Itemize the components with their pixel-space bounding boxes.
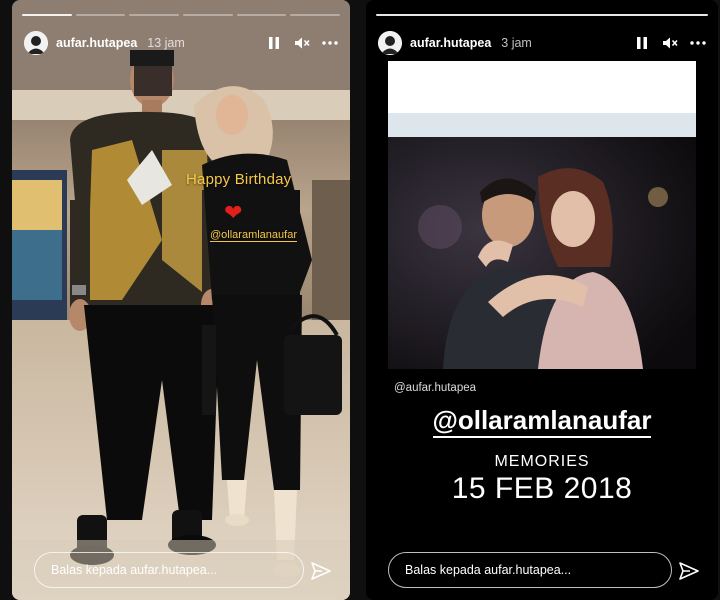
mention-text[interactable]: @ollaramlanaufar <box>432 405 652 438</box>
date-text: 15 FEB 2018 <box>451 472 633 505</box>
speaker-muted-icon[interactable] <box>294 35 310 51</box>
repost-credit[interactable]: @aufar.hutapea <box>394 382 476 394</box>
more-options-icon[interactable] <box>322 35 338 51</box>
more-options-icon[interactable] <box>690 35 706 51</box>
speaker-muted-icon[interactable] <box>662 35 678 51</box>
couple-photo-illustration <box>12 0 350 600</box>
progress-segment <box>129 14 180 16</box>
username[interactable]: aufar.hutapea <box>410 36 491 50</box>
reply-placeholder: Balas kepada aufar.hutapea... <box>405 563 572 577</box>
story-progress-bar <box>22 14 341 16</box>
pause-icon[interactable] <box>266 35 282 51</box>
story-photo-couple-mall <box>12 0 350 600</box>
mention-sticker[interactable]: @ollaramlanaufar <box>366 405 718 438</box>
avatar[interactable] <box>378 31 402 55</box>
progress-segment <box>75 14 126 16</box>
progress-segment <box>183 14 233 16</box>
reposted-post[interactable] <box>388 61 696 369</box>
heart-icon: ❤ <box>224 200 243 225</box>
repost-header-blank <box>388 61 696 113</box>
reply-placeholder: Balas kepada aufar.hutapea... <box>51 563 218 577</box>
progress-segment <box>236 14 287 16</box>
story-left: aufar.hutapea 13 jam Happy Birthday ❤ @o… <box>12 0 350 600</box>
pause-icon[interactable] <box>634 35 650 51</box>
progress-segment <box>22 14 72 16</box>
happy-birthday-sticker: Happy Birthday <box>186 171 292 188</box>
repost-photo-couple <box>388 137 696 369</box>
repost-strip <box>388 113 696 137</box>
post-time: 3 jam <box>501 36 532 50</box>
send-icon[interactable] <box>678 560 700 582</box>
username[interactable]: aufar.hutapea <box>56 36 137 50</box>
reply-input[interactable]: Balas kepada aufar.hutapea... <box>34 552 304 588</box>
send-icon[interactable] <box>310 560 332 582</box>
story-header: aufar.hutapea 13 jam <box>24 30 338 56</box>
story-header: aufar.hutapea 3 jam <box>378 30 706 56</box>
story-right: aufar.hutapea 3 jam @aufar.hutapea @olla… <box>366 0 718 600</box>
post-time: 13 jam <box>147 36 185 50</box>
avatar[interactable] <box>24 31 48 55</box>
reply-input[interactable]: Balas kepada aufar.hutapea... <box>388 552 672 588</box>
mention-sticker[interactable]: @ollaramlanaufar <box>210 229 297 242</box>
story-progress-bar <box>376 14 708 16</box>
progress-segment <box>290 14 341 16</box>
memories-label: MEMORIES <box>494 453 590 470</box>
progress-segment <box>376 14 708 16</box>
